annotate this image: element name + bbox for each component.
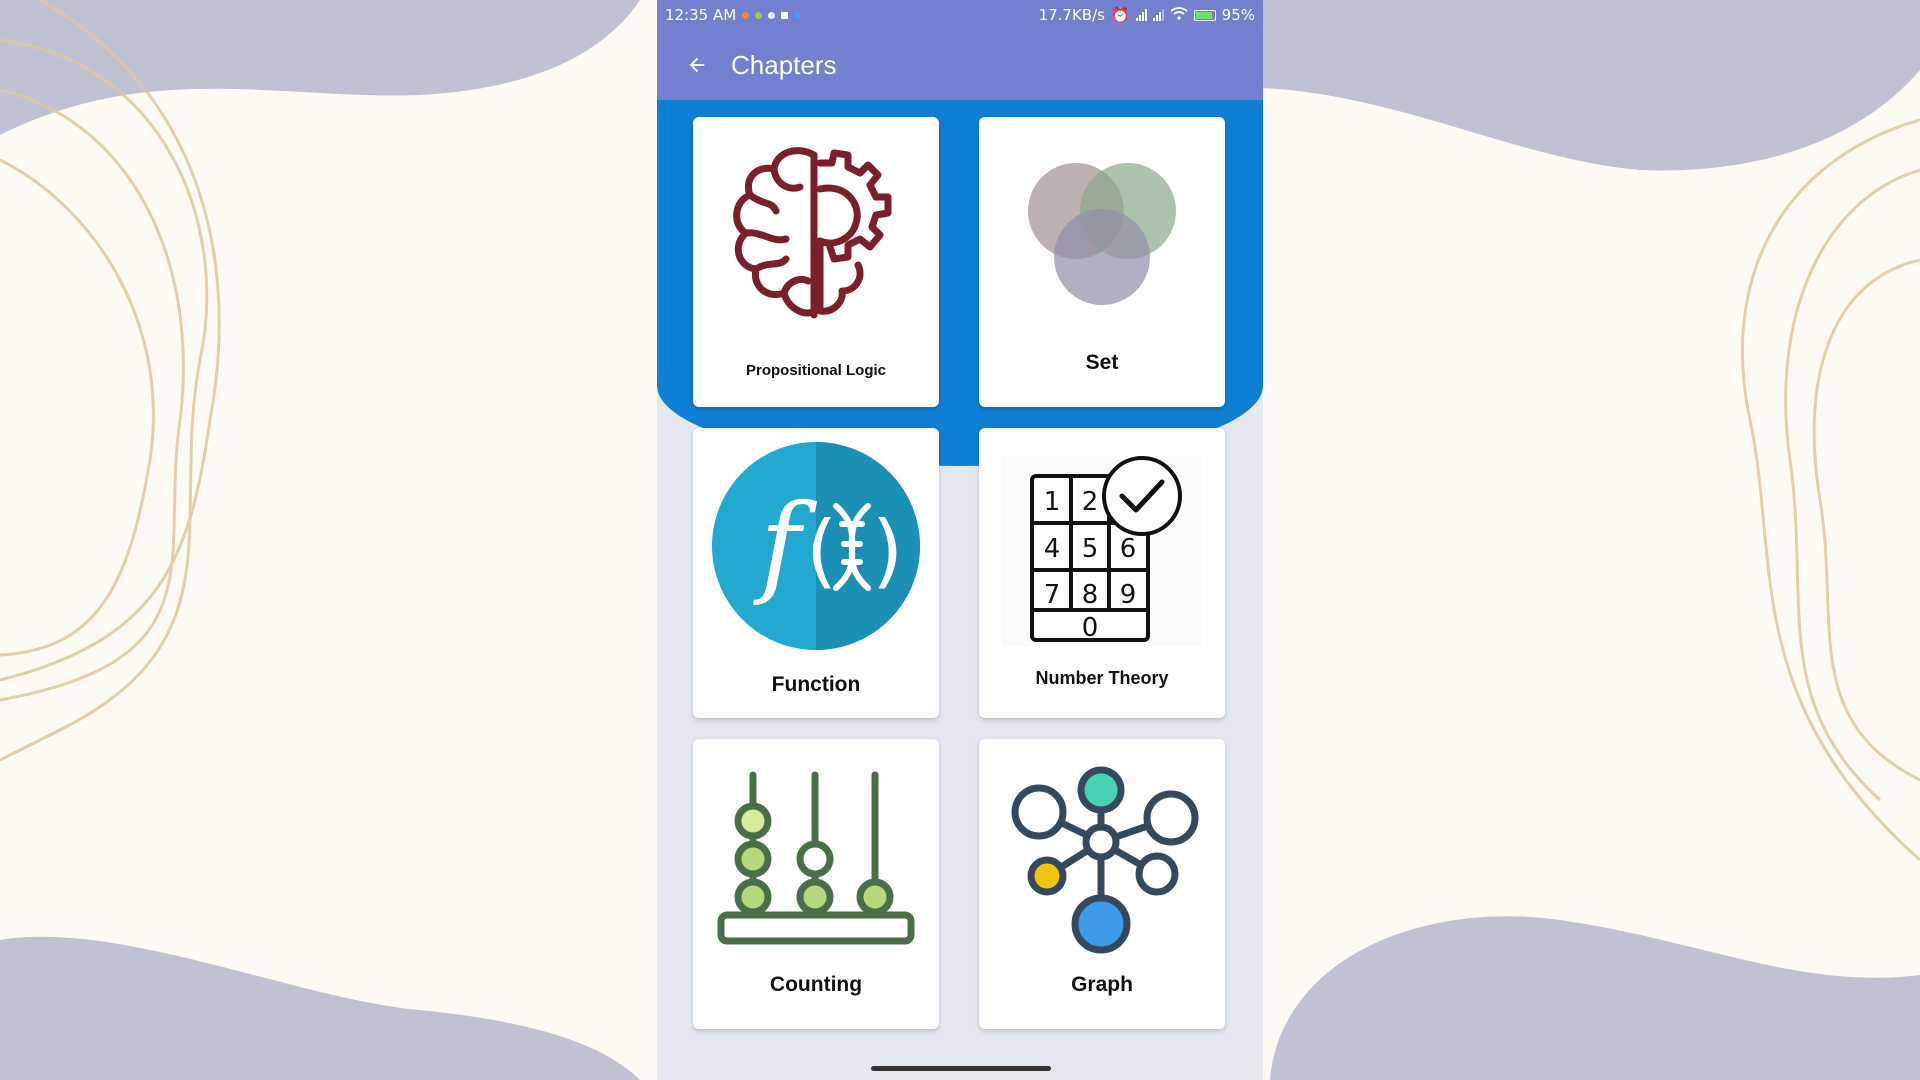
alarm-icon: ⏰ (1110, 6, 1130, 24)
svg-text:0: 0 (1082, 613, 1099, 643)
notification-icon (742, 11, 750, 19)
chapter-label: Propositional Logic (745, 362, 886, 379)
chapter-card-function[interactable]: f ( ) Function (693, 428, 939, 718)
svg-text:2: 2 (1082, 487, 1099, 517)
svg-text:(: ( (806, 504, 837, 597)
chapter-label: Graph (1071, 973, 1133, 996)
battery-level: 95% (1221, 6, 1255, 24)
notification-icon (781, 11, 789, 19)
svg-text:): ) (872, 504, 903, 597)
function-fx-icon: f ( ) (712, 441, 920, 650)
svg-text:9: 9 (1120, 580, 1137, 610)
arrow-back-icon (689, 57, 705, 73)
svg-text:6: 6 (1120, 534, 1137, 564)
notification-icon (755, 11, 763, 19)
network-graph-icon (1011, 766, 1199, 953)
chapter-card-set[interactable]: Set (979, 117, 1225, 407)
chapter-label: Number Theory (1035, 668, 1169, 688)
status-bar: 12:35 AM 17.7KB/s ⏰ 95% (657, 0, 1263, 30)
chapter-label: Function (771, 673, 861, 696)
chapter-card-propositional-logic[interactable]: Propositional Logic (693, 117, 939, 407)
svg-text:8: 8 (1082, 580, 1099, 610)
venn-diagram-icon (1028, 162, 1176, 305)
battery-icon (1193, 9, 1216, 21)
svg-text:5: 5 (1082, 534, 1099, 564)
wifi-icon (1170, 6, 1188, 24)
notification-icon (794, 11, 802, 19)
brain-gear-icon (733, 146, 892, 318)
page-title: Chapters (731, 49, 837, 80)
signal-icon (1152, 9, 1164, 21)
svg-text:4: 4 (1044, 534, 1061, 564)
app-bar: Chapters (657, 30, 1263, 100)
status-time: 12:35 AM (665, 6, 737, 24)
back-button[interactable] (675, 43, 719, 87)
phone-screen: 12:35 AM 17.7KB/s ⏰ 95% Chapters Proposi… (657, 0, 1263, 1080)
signal-icon (1135, 9, 1147, 21)
chapter-card-counting[interactable]: Counting (693, 739, 939, 1029)
svg-text:7: 7 (1044, 580, 1061, 610)
chapter-card-number-theory[interactable]: 12 456 789 0 Number Theory (979, 428, 1225, 718)
chapter-label: Counting (769, 973, 863, 996)
abacus-icon (717, 771, 915, 944)
chapter-label: Set (1085, 351, 1119, 374)
chapter-card-graph[interactable]: Graph (979, 739, 1225, 1029)
network-speed: 17.7KB/s (1038, 6, 1105, 24)
home-indicator[interactable] (871, 1066, 1051, 1071)
svg-text:1: 1 (1044, 487, 1061, 517)
keypad-check-icon: 12 456 789 0 (1002, 455, 1202, 646)
notification-icon (768, 11, 776, 19)
